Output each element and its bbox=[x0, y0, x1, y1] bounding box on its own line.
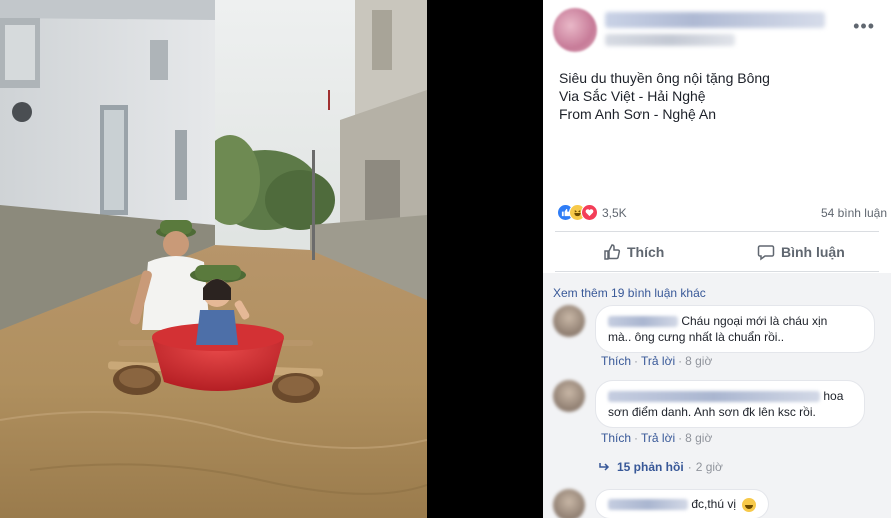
post-photo[interactable] bbox=[0, 0, 427, 518]
divider bbox=[555, 271, 879, 272]
comment-count[interactable]: 54 bình luận bbox=[821, 206, 887, 220]
like-label: Thích bbox=[627, 244, 665, 260]
comment-like-link[interactable]: Thích bbox=[601, 354, 631, 368]
love-reaction-icon bbox=[581, 204, 598, 221]
comment-text: Cháu ngoại mới là cháu xịn bbox=[681, 314, 828, 328]
more-options-icon[interactable]: ••• bbox=[853, 16, 875, 37]
comment-actions: Thích · Trả lời · 8 giờ bbox=[601, 354, 713, 368]
author-avatar[interactable] bbox=[553, 8, 597, 52]
divider bbox=[555, 231, 879, 232]
commenter-name-blurred[interactable] bbox=[608, 316, 678, 328]
comment-like-link[interactable]: Thích bbox=[601, 431, 631, 445]
commenter-name-blurred[interactable] bbox=[608, 499, 688, 511]
caption-line: Via Sắc Việt - Hải Nghệ bbox=[559, 88, 706, 104]
commenter-avatar[interactable] bbox=[553, 380, 585, 412]
comment-text: đc,thú vị bbox=[691, 497, 737, 511]
replies-count: 15 phản hồi bbox=[617, 460, 684, 474]
like-button[interactable]: Thích bbox=[603, 240, 664, 264]
author-name-blurred[interactable] bbox=[605, 12, 825, 28]
comments-section: Xem thêm 19 bình luận khác Cháu ngoại mớ… bbox=[543, 273, 891, 518]
post-caption: Siêu du thuyền ông nội tặng Bông Via Sắc… bbox=[559, 69, 770, 123]
comment-reply-link[interactable]: Trả lời bbox=[641, 354, 675, 368]
post-author-header: ••• bbox=[553, 8, 883, 52]
comment-icon bbox=[757, 245, 775, 261]
comment-button[interactable]: Bình luận bbox=[757, 240, 845, 264]
comment-time[interactable]: 8 giờ bbox=[685, 431, 712, 445]
reactions-summary[interactable]: 3,5K 54 bình luận bbox=[557, 204, 887, 222]
comment-bubble: đc,thú vị bbox=[595, 489, 770, 518]
thumbs-up-icon bbox=[604, 244, 621, 260]
commenter-name-blurred[interactable] bbox=[608, 391, 820, 403]
caption-line: From Anh Sơn - Nghệ An bbox=[559, 106, 717, 122]
lightbox-background bbox=[427, 0, 543, 518]
comment-text: mà.. ông cưng nhất là chuẩn rồi.. bbox=[608, 330, 785, 344]
replies-time: 2 giờ bbox=[695, 460, 723, 474]
post-timestamp-blurred bbox=[605, 34, 735, 46]
view-replies-link[interactable]: 15 phản hồi · 2 giờ bbox=[599, 460, 723, 474]
comment-bubble: hoa sơn điểm danh. Anh sơn đk lên ksc rồ… bbox=[595, 380, 865, 428]
post-panel: ••• Siêu du thuyền ông nội tặng Bông Via… bbox=[543, 0, 891, 518]
comment-time[interactable]: 8 giờ bbox=[685, 354, 712, 368]
reply-arrow-icon bbox=[599, 463, 610, 471]
caption-line: Siêu du thuyền ông nội tặng Bông bbox=[559, 70, 770, 86]
comment-text: sơn điểm danh. Anh sơn đk lên ksc rồi. bbox=[608, 405, 816, 419]
comment-bubble: Cháu ngoại mới là cháu xịn mà.. ông cưng… bbox=[595, 305, 875, 353]
commenter-avatar[interactable] bbox=[553, 305, 585, 337]
reaction-count[interactable]: 3,5K bbox=[602, 206, 627, 220]
grin-emoji-icon bbox=[742, 497, 757, 512]
comment-label: Bình luận bbox=[781, 244, 845, 260]
comment-text: hoa bbox=[823, 389, 844, 403]
view-more-comments-link[interactable]: Xem thêm 19 bình luận khác bbox=[553, 286, 706, 300]
commenter-avatar[interactable] bbox=[553, 489, 585, 518]
comment-reply-link[interactable]: Trả lời bbox=[641, 431, 675, 445]
flood-photo-illustration bbox=[0, 0, 427, 518]
comment-actions: Thích · Trả lời · 8 giờ bbox=[601, 431, 713, 445]
